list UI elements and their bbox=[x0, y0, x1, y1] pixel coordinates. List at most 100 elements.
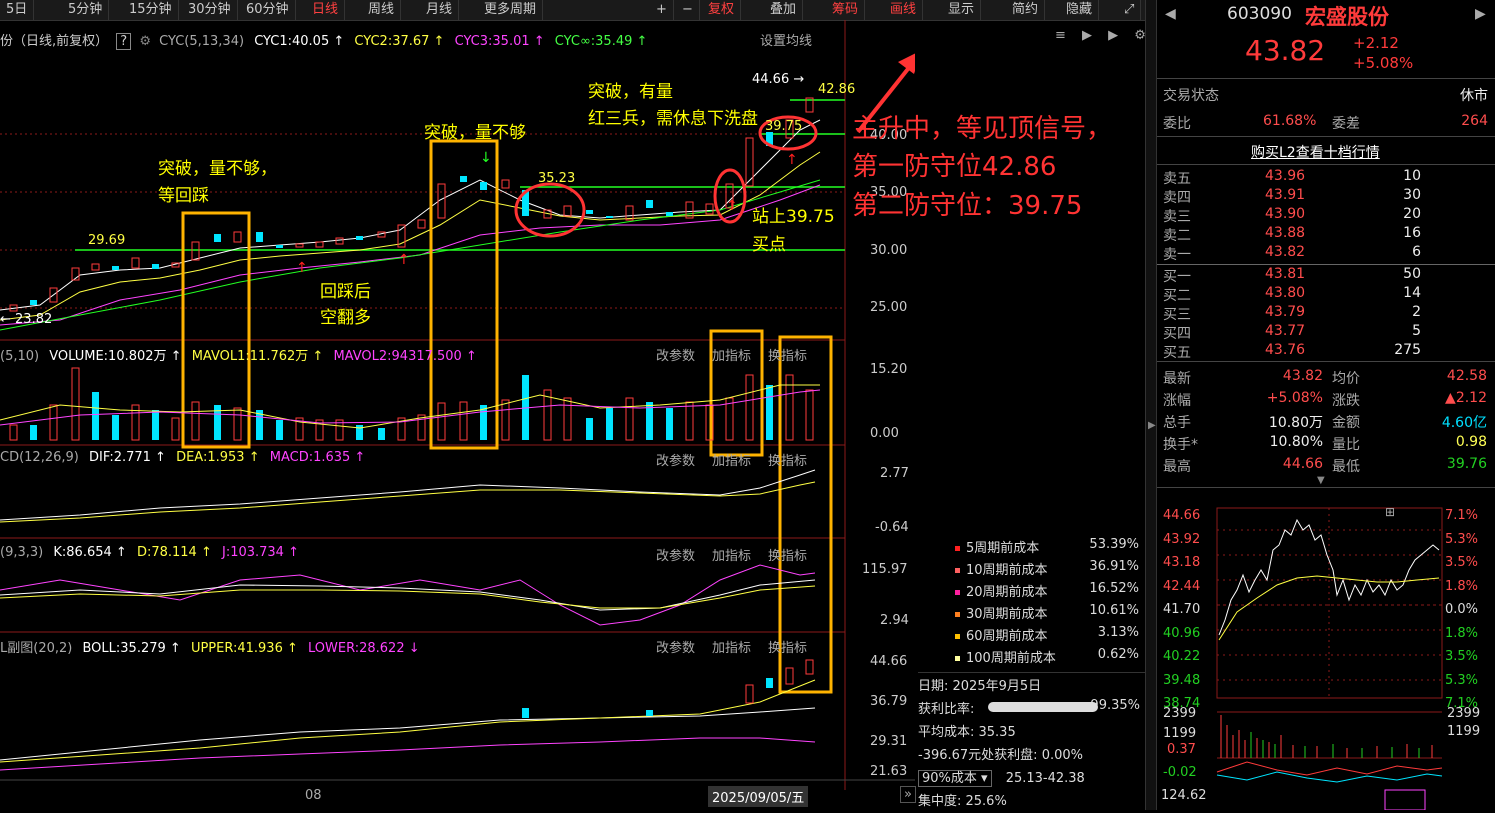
intraday-vol-left: 2399 bbox=[1163, 706, 1197, 721]
ask-row[interactable]: 卖五 43.96 10 bbox=[1157, 168, 1495, 187]
intraday-macd-mid: -0.02 bbox=[1163, 765, 1197, 780]
ask-row[interactable]: 卖一 43.82 6 bbox=[1157, 244, 1495, 263]
hide-button[interactable]: 隐藏 bbox=[1060, 0, 1100, 20]
legend-swatch-icon bbox=[955, 612, 960, 617]
vol-axis-zero: 0.00 bbox=[870, 426, 899, 441]
zoom-out-button[interactable]: − bbox=[676, 0, 700, 20]
cost-select[interactable]: 90%成本 ▾ bbox=[918, 770, 992, 787]
kdj-add-indicator[interactable]: 加指标 bbox=[712, 545, 751, 564]
ask-volume: 20 bbox=[1403, 206, 1421, 222]
ask-price: 43.82 bbox=[1265, 244, 1306, 260]
volume-bars bbox=[9, 367, 814, 441]
chip-cost-row: 90%成本 ▾ 25.13-42.38 bbox=[918, 767, 1148, 790]
ask-row[interactable]: 卖三 43.90 20 bbox=[1157, 206, 1495, 225]
volume-params: (5,10) bbox=[0, 349, 40, 364]
intraday-price-tick: 43.18 bbox=[1163, 555, 1201, 570]
stat-value: ▲2.12 bbox=[1445, 390, 1487, 406]
ask-row[interactable]: 卖四 43.91 30 bbox=[1157, 187, 1495, 206]
boll-change-params[interactable]: 改参数 bbox=[656, 637, 695, 656]
volume-header: (5,10) VOLUME:10.802万 ↑ MAVOL1:11.762万 ↑… bbox=[0, 345, 477, 364]
buy-l2-link[interactable]: 购买L2查看十档行情 bbox=[1251, 142, 1380, 162]
switch-indicator-button[interactable]: 换指标 bbox=[768, 345, 807, 364]
chip-date: 日期: 2025年9月5日 bbox=[918, 672, 1148, 698]
kdj-switch-indicator[interactable]: 换指标 bbox=[768, 545, 807, 564]
change-params-button[interactable]: 改参数 bbox=[656, 345, 695, 364]
stat-value: 43.82 bbox=[1282, 368, 1323, 384]
collapse-down-icon[interactable]: ▼ bbox=[1317, 475, 1325, 486]
chart-tools-icons[interactable]: ≡ ▶ ▶ ⚙ bbox=[1055, 28, 1152, 43]
d-value: D:78.114 ↑ bbox=[136, 545, 212, 560]
status-row: 交易状态 休市 bbox=[1163, 88, 1488, 104]
stat-label: 金额 bbox=[1332, 415, 1360, 431]
fullscreen-icon[interactable]: ⤢ bbox=[1118, 0, 1142, 20]
kdj-axis-top: 115.97 bbox=[862, 562, 908, 577]
cost-legend-row: 5周期前成本 53.39% bbox=[955, 537, 1145, 559]
zoom-in-button[interactable]: + bbox=[650, 0, 674, 20]
price-axis-25: 25.00 bbox=[870, 300, 908, 315]
period-monthly[interactable]: 月线 bbox=[420, 0, 460, 20]
boll-params: L副图(20,2) bbox=[0, 641, 73, 656]
upper-value: UPPER:41.936 ↑ bbox=[190, 641, 298, 656]
kdj-axis-bottom: 2.94 bbox=[880, 613, 909, 628]
cost-legend-row: 10周期前成本 36.91% bbox=[955, 559, 1145, 581]
collapse-icon[interactable]: ▶ bbox=[1148, 420, 1156, 431]
low-2382-label: ← 23.82 bbox=[0, 312, 53, 327]
prev-stock-icon[interactable]: ◀ bbox=[1165, 6, 1176, 22]
period-weekly[interactable]: 周线 bbox=[362, 0, 402, 20]
kdj-header: (9,3,3) K:86.654 ↑ D:78.114 ↑ J:103.734 … bbox=[0, 545, 299, 560]
boll-add-indicator[interactable]: 加指标 bbox=[712, 637, 751, 656]
boll-header: L副图(20,2) BOLL:35.279 ↑ UPPER:41.936 ↑ L… bbox=[0, 637, 420, 656]
macd-change-params[interactable]: 改参数 bbox=[656, 450, 695, 469]
period-60min[interactable]: 60分钟 bbox=[240, 0, 296, 20]
annotation-3-line2: 红三兵，需休息下洗盘 bbox=[588, 109, 758, 129]
ask-price: 43.91 bbox=[1265, 187, 1306, 203]
bid-row[interactable]: 买三 43.79 2 bbox=[1157, 304, 1495, 323]
svg-text:↑: ↑ bbox=[296, 260, 308, 276]
ask-level-label: 卖一 bbox=[1163, 247, 1191, 263]
bid-row[interactable]: 买一 43.81 50 bbox=[1157, 266, 1495, 285]
period-5min[interactable]: 5分钟 bbox=[62, 0, 110, 20]
macd-switch-indicator[interactable]: 换指标 bbox=[768, 450, 807, 469]
kdj-change-params[interactable]: 改参数 bbox=[656, 545, 695, 564]
period-5day[interactable]: 5日 bbox=[0, 0, 35, 20]
next-stock-icon[interactable]: ▶ bbox=[1475, 6, 1486, 22]
intraday-vol-right: 2399 bbox=[1447, 706, 1481, 721]
intraday-price-tick: 40.96 bbox=[1163, 625, 1201, 641]
period-more[interactable]: 更多周期 bbox=[478, 0, 544, 20]
intraday-price-tick: 40.22 bbox=[1163, 649, 1201, 664]
chips-button[interactable]: 筹码 bbox=[826, 0, 866, 20]
j-value: J:103.734 ↑ bbox=[221, 545, 299, 560]
period-30min[interactable]: 30分钟 bbox=[182, 0, 238, 20]
annotation-2: 突破，量不够 bbox=[424, 123, 526, 143]
boll-switch-indicator[interactable]: 换指标 bbox=[768, 637, 807, 656]
stat-label: 最新 bbox=[1163, 371, 1191, 387]
stat-label: 均价 bbox=[1332, 371, 1360, 387]
cost-legend-row: 100周期前成本 0.62% bbox=[955, 647, 1145, 669]
expand-icon[interactable]: » bbox=[900, 786, 916, 803]
stat-value: +5.08% bbox=[1266, 390, 1323, 406]
macd-add-indicator[interactable]: 加指标 bbox=[712, 450, 751, 469]
ask-row[interactable]: 卖二 43.88 16 bbox=[1157, 225, 1495, 244]
legend-swatch-icon bbox=[955, 546, 960, 551]
overlay-button[interactable]: 叠加 bbox=[764, 0, 804, 20]
fuquan-button[interactable]: 复权 bbox=[702, 0, 742, 20]
macd-axis-top: 2.77 bbox=[880, 466, 909, 481]
intraday-pct-tick: 3.5% bbox=[1445, 649, 1479, 664]
period-15min[interactable]: 15分钟 bbox=[123, 0, 179, 20]
period-daily[interactable]: 日线 bbox=[306, 0, 346, 20]
bid-row[interactable]: 买四 43.77 5 bbox=[1157, 323, 1495, 342]
simple-button[interactable]: 简约 bbox=[1006, 0, 1046, 20]
add-indicator-button[interactable]: 加指标 bbox=[712, 345, 751, 364]
ask-level-label: 卖三 bbox=[1163, 209, 1191, 225]
legend-swatch-icon bbox=[955, 568, 960, 573]
intraday-pct-tick: 7.1% bbox=[1445, 508, 1479, 523]
stat-value: 10.80% bbox=[1269, 434, 1323, 450]
display-button[interactable]: 显示 bbox=[942, 0, 982, 20]
stock-name: 宏盛股份 bbox=[1305, 5, 1389, 29]
legend-swatch-icon bbox=[955, 656, 960, 661]
bid-row[interactable]: 买二 43.80 14 bbox=[1157, 285, 1495, 304]
draw-button[interactable]: 画线 bbox=[884, 0, 924, 20]
cursor-date-label: 2025/09/05/五 bbox=[708, 786, 809, 807]
bid-row[interactable]: 买五 43.76 275 bbox=[1157, 342, 1495, 361]
chip-avg-cost: 平均成本: 35.35 bbox=[918, 725, 1016, 740]
